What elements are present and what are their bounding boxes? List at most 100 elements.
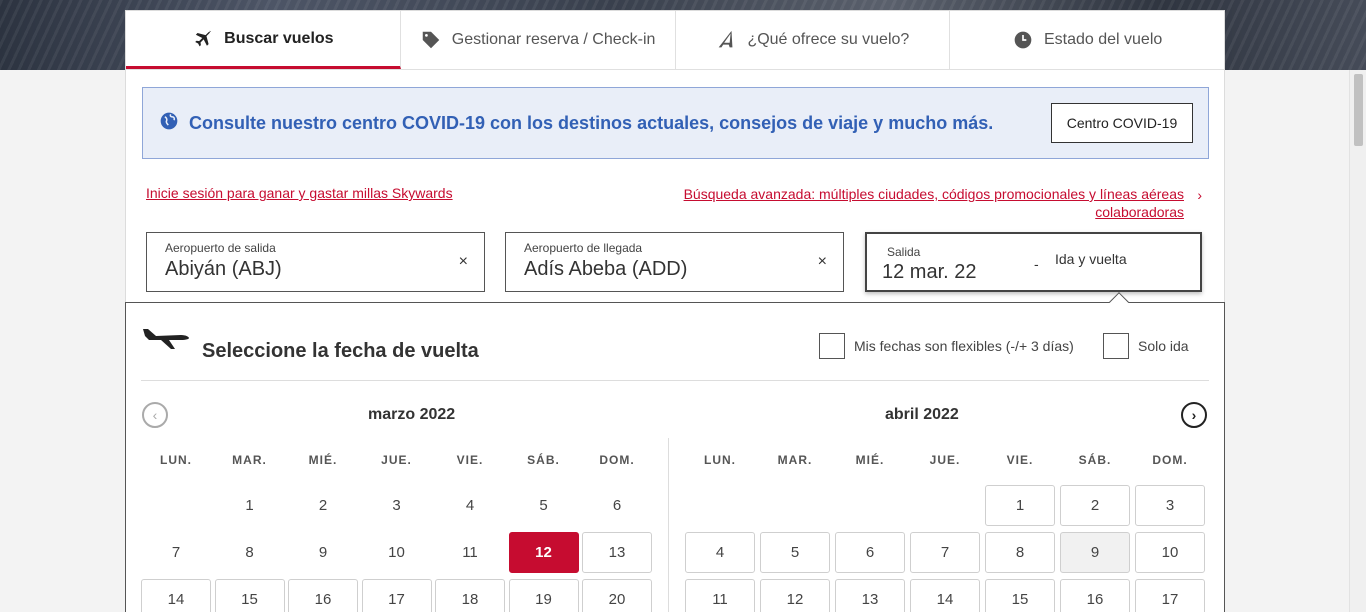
tab-estado-vuelo[interactable]: Estado del vuelo [950, 11, 1224, 69]
calendar-day[interactable]: 10 [1135, 532, 1205, 573]
destination-value[interactable]: Adís Abeba (ADD) [524, 258, 687, 281]
origin-label: Aeropuerto de salida [165, 241, 276, 255]
tab-buscar-vuelos[interactable]: Buscar vuelos [126, 11, 401, 69]
tag-icon [420, 29, 442, 51]
covid-message: Consulte nuestro centro COVID-19 con los… [189, 112, 994, 133]
calendar-day[interactable]: 3 [362, 485, 432, 526]
weekday-header: MAR. [777, 453, 813, 467]
calendar-day[interactable]: 15 [214, 579, 285, 612]
weekday-header: JUE. [929, 453, 961, 467]
calendar-day[interactable]: 6 [835, 532, 905, 573]
departure-label: Salida [887, 245, 921, 259]
month-divider [668, 438, 669, 612]
departure-date-value[interactable]: 12 mar. 22 [882, 261, 977, 284]
calendar-day[interactable]: 13 [835, 579, 905, 612]
page-scrollbar[interactable] [1349, 70, 1366, 612]
calendar-day[interactable]: 5 [509, 485, 579, 526]
departing-plane-icon [141, 325, 193, 356]
picker-title: Seleccione la fecha de vuelta [202, 340, 479, 362]
calendar-day[interactable]: 11 [685, 579, 755, 612]
calendar-day[interactable]: 19 [508, 579, 579, 612]
flexible-dates-checkbox[interactable] [819, 333, 845, 359]
dates-field[interactable]: Salida 12 mar. 22 - Ida y vuelta [865, 232, 1202, 292]
calendar-day[interactable]: 10 [362, 532, 432, 573]
calendar-day[interactable]: 1 [215, 485, 285, 526]
weekday-header: DOM. [599, 453, 635, 467]
destination-airport-field[interactable]: Aeropuerto de llegada Adís Abeba (ADD) × [505, 232, 844, 292]
calendar-day[interactable]: 4 [685, 532, 755, 573]
next-month-button[interactable]: › [1181, 402, 1207, 428]
calendar-day[interactable]: 2 [1060, 485, 1130, 526]
calendar-day[interactable]: 17 [1135, 579, 1205, 612]
tab-que-ofrece[interactable]: ¿Qué ofrece su vuelo? [676, 11, 951, 69]
weekday-header: LUN. [160, 453, 192, 467]
booking-tabs: Buscar vuelos Gestionar reserva / Check-… [126, 11, 1224, 70]
close-icon[interactable]: × [459, 253, 468, 271]
clock-icon [1012, 29, 1034, 51]
tab-label: ¿Qué ofrece su vuelo? [747, 31, 910, 48]
previous-month-button[interactable]: ‹ [142, 402, 168, 428]
advanced-search-link[interactable]: Búsqueda avanzada: múltiples ciudades, c… [644, 185, 1184, 221]
origin-airport-field[interactable]: Aeropuerto de salida Abiyán (ABJ) × [146, 232, 485, 292]
tab-label: Buscar vuelos [224, 29, 334, 47]
scrollbar-thumb[interactable] [1354, 74, 1363, 146]
seat-icon [715, 29, 737, 51]
date-separator: - [1034, 256, 1039, 272]
destination-label: Aeropuerto de llegada [524, 241, 643, 255]
flexible-dates-label[interactable]: Mis fechas son flexibles (-/+ 3 días) [854, 338, 1074, 354]
weekday-header: MAR. [232, 453, 267, 467]
calendar-day[interactable]: 7 [141, 532, 211, 573]
weekday-header: MIÉ. [855, 453, 885, 467]
picker-header: Seleccione la fecha de vuelta Mis fechas… [141, 303, 1209, 381]
calendar-day[interactable]: 11 [435, 532, 505, 573]
covid-banner: Consulte nuestro centro COVID-19 con los… [142, 87, 1209, 159]
calendar-day[interactable]: 13 [582, 532, 652, 573]
calendar-day[interactable]: 12 [760, 579, 830, 612]
weekday-header: SÁB. [527, 453, 560, 467]
month-title-april: abril 2022 [885, 406, 959, 423]
calendar-day[interactable]: 8 [985, 532, 1055, 573]
calendar-day[interactable]: 2 [288, 485, 358, 526]
plane-icon [192, 28, 214, 50]
date-picker: Seleccione la fecha de vuelta Mis fechas… [125, 292, 1225, 612]
globe-icon [159, 111, 179, 136]
calendar-day[interactable]: 14 [910, 579, 980, 612]
calendar-day-selected[interactable]: 12 [508, 532, 579, 573]
tab-label: Gestionar reserva / Check-in [451, 31, 656, 48]
calendar-day[interactable]: 15 [985, 579, 1055, 612]
origin-value[interactable]: Abiyán (ABJ) [165, 258, 282, 281]
tab-gestionar-reserva[interactable]: Gestionar reserva / Check-in [401, 11, 676, 69]
calendar-day[interactable]: 4 [435, 485, 505, 526]
booking-panel: Buscar vuelos Gestionar reserva / Check-… [125, 10, 1225, 612]
calendar-day[interactable]: 18 [435, 579, 505, 612]
month-title-march: marzo 2022 [368, 406, 456, 423]
trip-type-label: Ida y vuelta [1055, 251, 1127, 267]
calendar-day[interactable]: 5 [760, 532, 830, 573]
calendar-day[interactable]: 7 [910, 532, 980, 573]
weekday-header: VIE. [1006, 453, 1034, 467]
calendar-day[interactable]: 14 [141, 579, 211, 612]
weekday-header: JUE. [381, 453, 412, 467]
close-icon[interactable]: × [818, 253, 827, 271]
covid-center-button[interactable]: Centro COVID-19 [1051, 103, 1193, 143]
calendar-day[interactable]: 8 [215, 532, 285, 573]
calendar-day[interactable]: 20 [582, 579, 652, 612]
weekday-header: VIE. [456, 453, 484, 467]
chevron-right-icon: › [1191, 407, 1197, 423]
one-way-checkbox[interactable] [1103, 333, 1129, 359]
weekday-header: DOM. [1152, 453, 1188, 467]
calendar-day[interactable]: 16 [1060, 579, 1130, 612]
calendar-day[interactable]: 3 [1135, 485, 1205, 526]
calendar-day[interactable]: 16 [288, 579, 358, 612]
calendar-day[interactable]: 9 [1060, 532, 1130, 573]
calendar-day[interactable]: 9 [288, 532, 358, 573]
calendar-day[interactable]: 6 [582, 485, 652, 526]
one-way-label[interactable]: Solo ida [1138, 338, 1189, 354]
calendar-day[interactable]: 1 [985, 485, 1055, 526]
calendar-day[interactable]: 17 [361, 579, 432, 612]
chevron-left-icon: ‹ [152, 407, 158, 423]
tab-label: Estado del vuelo [1043, 31, 1163, 48]
weekday-header: SÁB. [1078, 453, 1112, 467]
weekday-header: MIÉ. [308, 453, 338, 467]
skywards-login-link[interactable]: Inicie sesión para ganar y gastar millas… [146, 185, 453, 201]
